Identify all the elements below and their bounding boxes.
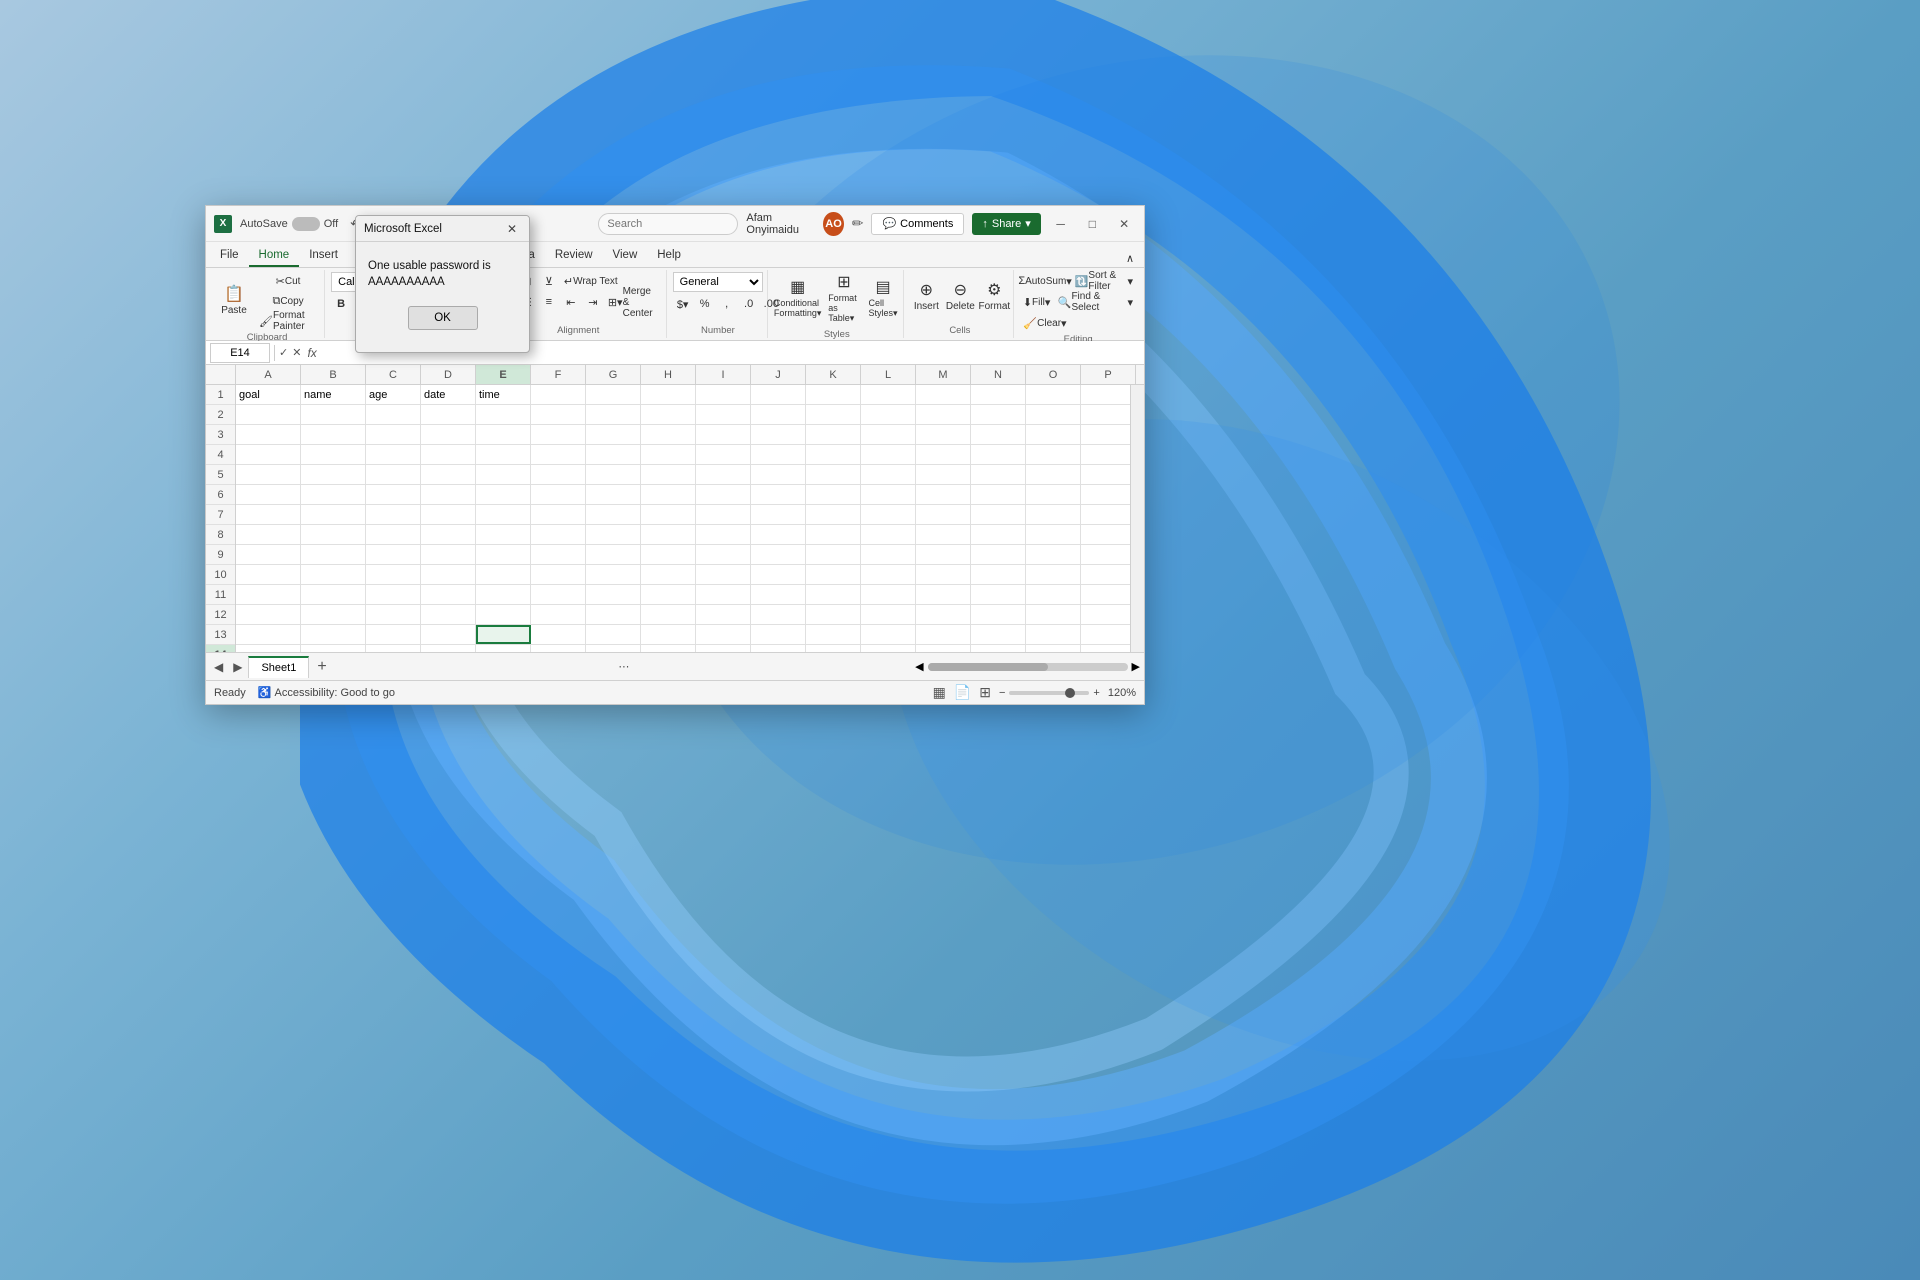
- excel-dialog: Microsoft Excel ✕ One usable password is…: [355, 215, 530, 353]
- dialog-message: One usable password is AAAAAAAAAA: [368, 258, 517, 290]
- dialog-close-button[interactable]: ✕: [503, 220, 521, 238]
- modal-overlay: Microsoft Excel ✕ One usable password is…: [0, 0, 1920, 1280]
- dialog-titlebar: Microsoft Excel ✕: [356, 216, 529, 242]
- dialog-footer: OK: [368, 306, 517, 340]
- dialog-body: One usable password is AAAAAAAAAA OK: [356, 242, 529, 352]
- dialog-ok-button[interactable]: OK: [408, 306, 478, 330]
- dialog-title: Microsoft Excel: [364, 223, 442, 235]
